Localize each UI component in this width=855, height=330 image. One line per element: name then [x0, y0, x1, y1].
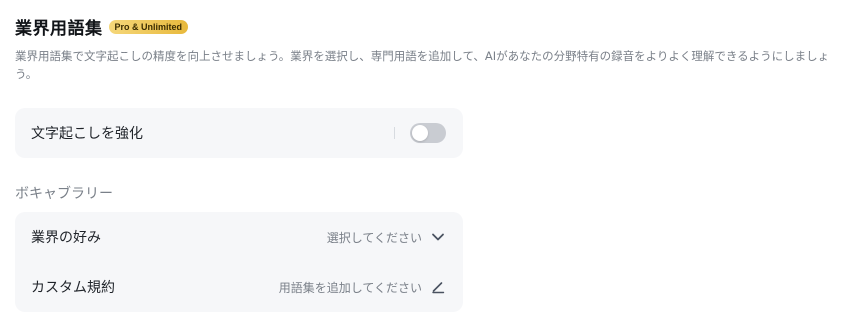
enhance-transcription-row: 文字起こしを強化 — [15, 108, 463, 158]
page-header: 業界用語集 Pro & Unlimited — [15, 14, 189, 39]
enhance-transcription-toggle[interactable] — [410, 123, 446, 143]
page-title: 業界用語集 — [15, 19, 103, 39]
plan-badge: Pro & Unlimited — [108, 19, 189, 34]
toggle-knob — [412, 125, 428, 141]
chevron-down-icon[interactable] — [430, 229, 446, 245]
custom-glossary-value: 用語集を追加してください — [278, 280, 422, 295]
enhance-transcription-card: 文字起こしを強化 — [15, 108, 463, 158]
edit-icon[interactable] — [430, 279, 446, 295]
industry-preference-value: 選択してください — [326, 230, 422, 245]
toggle-divider — [394, 127, 395, 139]
industry-preference-row[interactable]: 業界の好み 選択してください — [15, 212, 463, 262]
industry-preference-label: 業界の好み — [31, 230, 101, 246]
custom-glossary-label: カスタム規約 — [31, 280, 115, 296]
vocabulary-section-label: ボキャブラリー — [15, 186, 113, 202]
page-description: 業界用語集で文字起こしの精度を向上させましょう。業界を選択し、専門用語を追加して… — [15, 49, 830, 81]
enhance-transcription-label: 文字起こしを強化 — [31, 126, 143, 142]
vocabulary-card: 業界の好み 選択してください カスタム規約 用語集を追加してください — [15, 212, 463, 312]
custom-glossary-row[interactable]: カスタム規約 用語集を追加してください — [15, 262, 463, 312]
